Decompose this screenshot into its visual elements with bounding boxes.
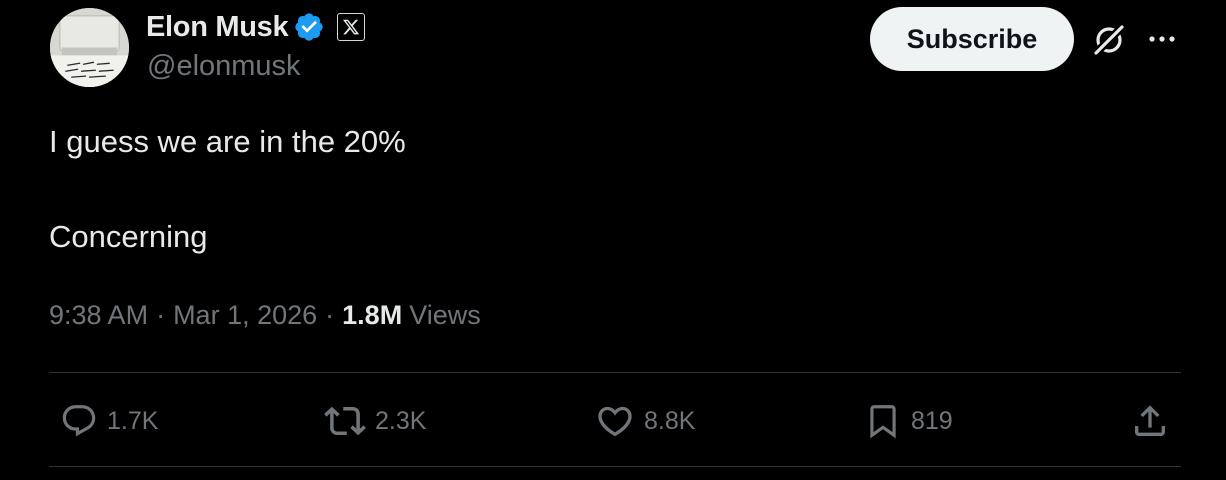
reply-icon [62,405,96,437]
tweet-text-line: I guess we are in the 20% [49,124,406,159]
divider [49,466,1181,467]
grok-icon[interactable] [1090,21,1128,59]
author-handle[interactable]: @elonmusk [147,50,301,83]
meta-separator: · [156,300,166,330]
tweet-time[interactable]: 9:38 AM [49,300,148,331]
repost-button[interactable]: 2.3K [324,398,426,444]
author-name-row: Elon Musk [146,10,366,44]
share-button[interactable] [1130,398,1170,444]
bookmark-icon [870,405,896,439]
bookmark-count: 819 [911,406,953,435]
avatar-image [50,8,129,87]
more-options-icon[interactable] [1144,27,1180,51]
author-display-name[interactable]: Elon Musk [146,11,289,44]
tweet-text-line: Concerning [49,219,208,254]
divider [49,372,1181,373]
avatar[interactable] [50,8,129,87]
share-icon [1135,405,1165,436]
reply-button[interactable]: 1.7K [60,398,158,444]
like-icon [598,406,632,437]
like-count: 8.8K [644,406,696,435]
like-button[interactable]: 8.8K [595,398,695,444]
repost-icon [324,406,366,436]
reply-count: 1.7K [107,406,159,435]
bookmark-button[interactable]: 819 [864,398,953,444]
repost-count: 2.3K [375,406,427,435]
verified-badge-icon[interactable] [293,11,325,43]
tweet-meta: 9:38 AM · Mar 1, 2026 · 1.8M Views [49,300,481,331]
x-affiliate-badge[interactable] [337,13,366,41]
tweet-date[interactable]: Mar 1, 2026 [173,300,317,331]
subscribe-button[interactable]: Subscribe [870,7,1074,71]
meta-separator: · [325,300,335,330]
x-logo-icon [343,19,360,35]
views-label: Views [409,300,481,330]
views-count[interactable]: 1.8M [342,300,402,331]
